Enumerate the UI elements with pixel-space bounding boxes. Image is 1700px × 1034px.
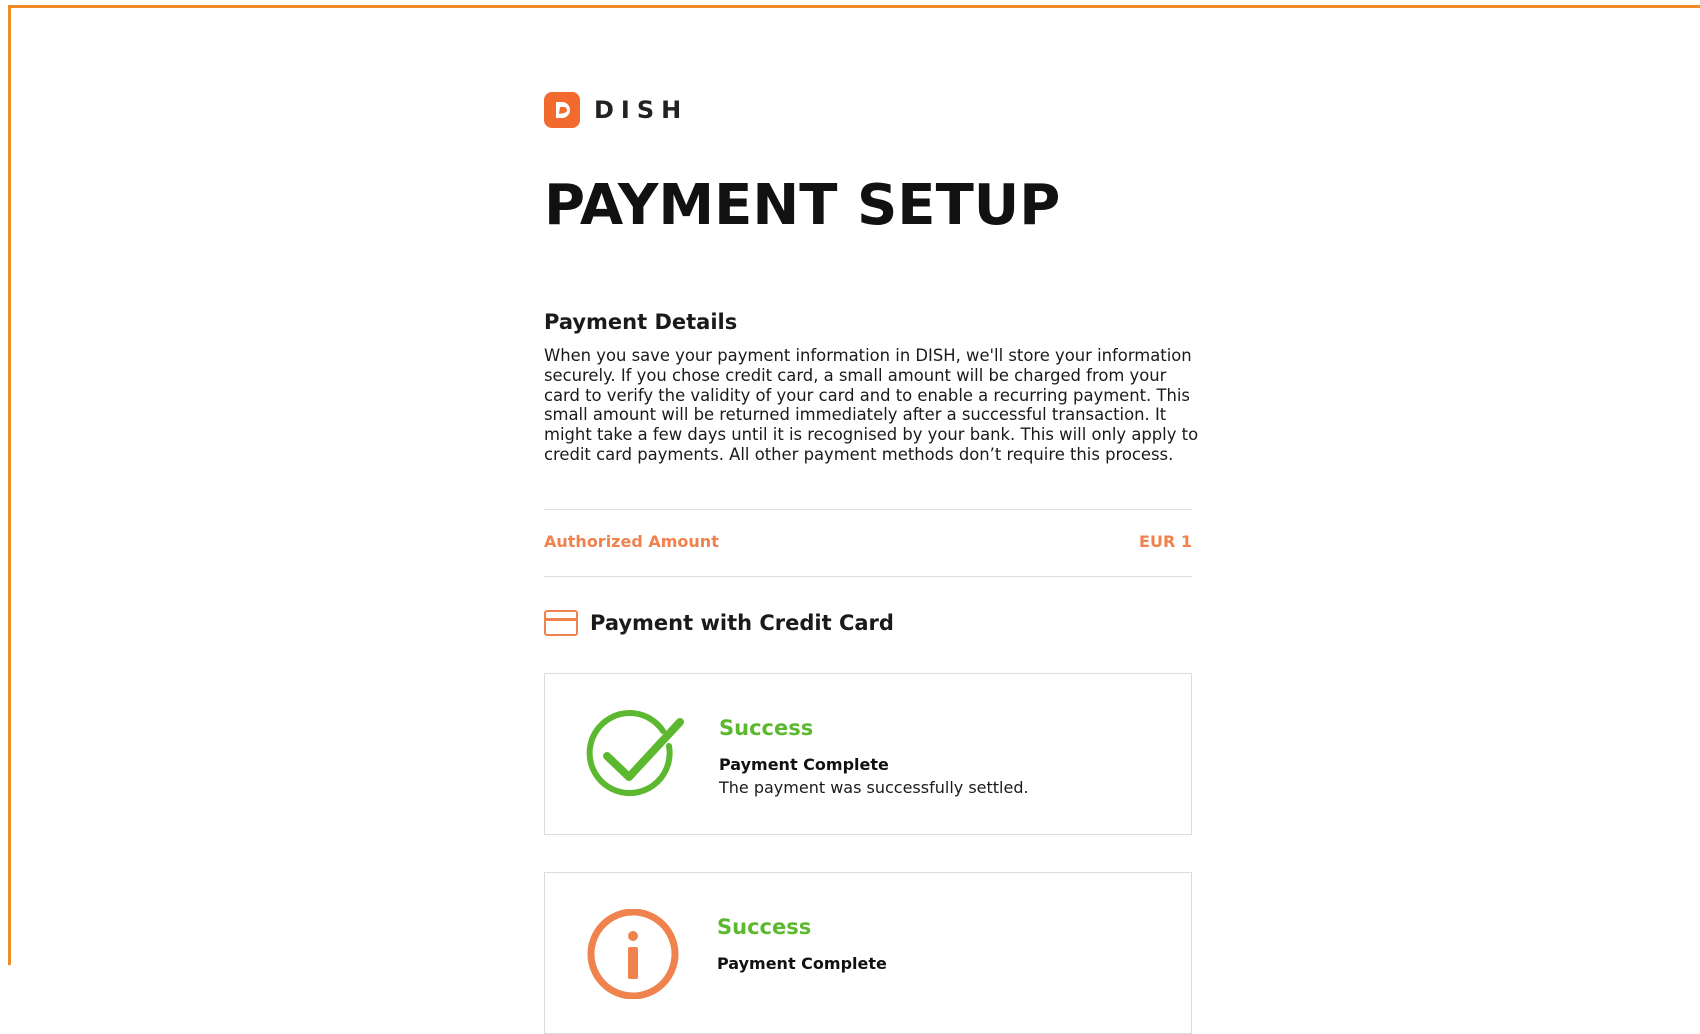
payment-method-row: Payment with Credit Card (544, 610, 894, 636)
authorized-amount-value: EUR 1 (1139, 532, 1192, 551)
dish-logo[interactable]: DISH (544, 92, 688, 128)
page-frame: DISH PAYMENT SETUP Payment Details When … (8, 5, 1700, 1034)
status-subtitle: Payment Complete (719, 755, 889, 774)
success-check-icon (586, 710, 684, 796)
status-message: The payment was successfully settled. (719, 778, 1029, 797)
payment-method-title: Payment with Credit Card (590, 611, 894, 635)
status-subtitle: Payment Complete (717, 954, 887, 973)
payment-details-description: When you save your payment information i… (544, 346, 1199, 464)
page-title: PAYMENT SETUP (544, 173, 1061, 238)
status-title: Success (717, 915, 812, 939)
divider-top (544, 509, 1192, 510)
status-title: Success (719, 716, 814, 740)
dish-logo-text: DISH (594, 96, 689, 124)
status-card-info: Success Payment Complete (544, 872, 1192, 1034)
info-icon (587, 909, 679, 999)
payment-details-heading: Payment Details (544, 310, 738, 334)
dish-logo-icon (544, 92, 580, 128)
authorized-amount-row: Authorized Amount EUR 1 (544, 532, 1192, 551)
dish-d-glyph-icon (556, 102, 570, 118)
status-card-success: Success Payment Complete The payment was… (544, 673, 1192, 835)
authorized-amount-label: Authorized Amount (544, 532, 719, 551)
divider-bottom (544, 576, 1192, 577)
credit-card-icon (544, 610, 578, 636)
